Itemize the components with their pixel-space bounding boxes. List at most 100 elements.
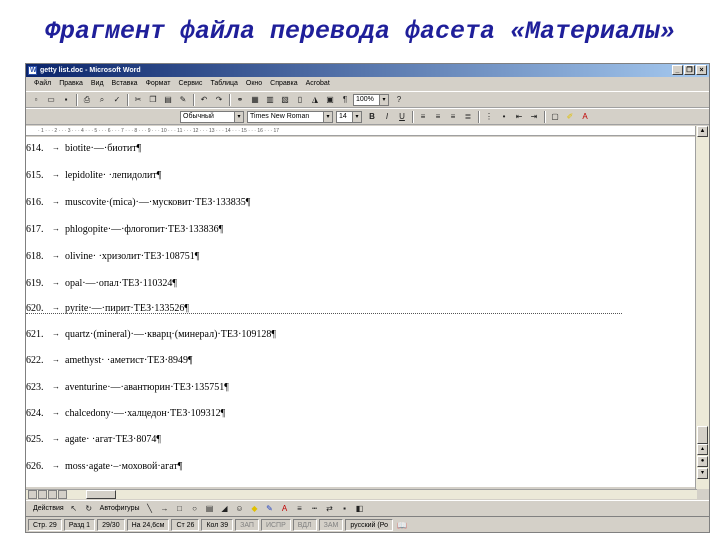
- print-icon[interactable]: ⎙: [80, 93, 94, 106]
- line-color-icon[interactable]: ✎: [263, 502, 277, 515]
- bullets-icon[interactable]: •: [497, 110, 511, 123]
- chevron-down-icon[interactable]: ▾: [323, 111, 332, 122]
- horizontal-scroll-thumb[interactable]: [86, 490, 116, 499]
- status-extend[interactable]: ВДЛ: [292, 519, 317, 531]
- restore-button[interactable]: ❐: [684, 65, 695, 75]
- menu-file[interactable]: Файл: [30, 77, 55, 90]
- menu-insert[interactable]: Вставка: [108, 77, 142, 90]
- increase-indent-icon[interactable]: ⇥: [527, 110, 541, 123]
- align-right-icon[interactable]: ≡: [446, 110, 460, 123]
- cut-icon[interactable]: ✂: [131, 93, 145, 106]
- chevron-down-icon[interactable]: ▾: [234, 111, 243, 122]
- underline-icon[interactable]: U: [395, 110, 409, 123]
- spelling-icon[interactable]: ✓: [110, 93, 124, 106]
- font-color-icon[interactable]: A: [578, 110, 592, 123]
- bold-icon[interactable]: B: [365, 110, 379, 123]
- spelling-status-icon[interactable]: 📖: [395, 519, 409, 532]
- draw-actions-menu[interactable]: Действия: [30, 505, 67, 512]
- columns-icon[interactable]: ▯: [293, 93, 307, 106]
- chevron-down-icon[interactable]: ▾: [352, 111, 361, 122]
- entry-text: moss·agate·–·моховой·агат¶: [65, 461, 183, 472]
- outline-view-icon[interactable]: [58, 490, 67, 499]
- format-painter-icon[interactable]: ✎: [176, 93, 190, 106]
- italic-icon[interactable]: I: [380, 110, 394, 123]
- scroll-up-icon[interactable]: ▲: [697, 126, 708, 137]
- oval-icon[interactable]: ○: [188, 502, 202, 515]
- style-select[interactable]: Обычный ▾: [180, 110, 244, 123]
- horizontal-scrollbar[interactable]: [26, 489, 697, 499]
- vertical-scrollbar[interactable]: ▲ ▴ ● ▾: [695, 126, 709, 489]
- menu-edit[interactable]: Правка: [55, 77, 87, 90]
- align-left-icon[interactable]: ≡: [416, 110, 430, 123]
- help-icon[interactable]: ?: [392, 93, 406, 106]
- menu-acrobat[interactable]: Acrobat: [302, 77, 334, 90]
- 3d-icon[interactable]: ◧: [353, 502, 367, 515]
- borders-icon[interactable]: ▢: [548, 110, 562, 123]
- zoom-select[interactable]: 100% ▾: [353, 93, 389, 106]
- menu-format[interactable]: Формат: [142, 77, 175, 90]
- clipart-icon[interactable]: ☺: [233, 502, 247, 515]
- status-track-changes[interactable]: ИСПР: [260, 519, 291, 531]
- decrease-indent-icon[interactable]: ⇤: [512, 110, 526, 123]
- web-view-icon[interactable]: [38, 490, 47, 499]
- undo-icon[interactable]: ↶: [197, 93, 211, 106]
- shadow-icon[interactable]: ▪: [338, 502, 352, 515]
- menu-window[interactable]: Окно: [242, 77, 266, 90]
- scroll-thumb[interactable]: [697, 426, 708, 444]
- fill-color-icon[interactable]: ◆: [248, 502, 262, 515]
- paste-icon[interactable]: ▤: [161, 93, 175, 106]
- font-select[interactable]: Times New Roman ▾: [247, 110, 333, 123]
- menu-help[interactable]: Справка: [266, 77, 301, 90]
- font-size-select[interactable]: 14 ▾: [336, 110, 362, 123]
- print-preview-icon[interactable]: ⌕: [95, 93, 109, 106]
- entry-number: 617.: [26, 224, 44, 235]
- entry-text: quartz·(mineral)·—·кварц·(минерал)·ТЕЗ·1…: [65, 329, 276, 340]
- menu-view[interactable]: Вид: [87, 77, 108, 90]
- horizontal-ruler[interactable]: · 1 · · · 2 · · · 3 · · · 4 · · · 5 · · …: [26, 126, 697, 136]
- chevron-down-icon[interactable]: ▾: [379, 94, 388, 105]
- open-folder-icon[interactable]: ▭: [44, 93, 58, 106]
- rectangle-icon[interactable]: □: [173, 502, 187, 515]
- arrow-style-icon[interactable]: ⇄: [323, 502, 337, 515]
- show-hide-icon[interactable]: ¶: [338, 93, 352, 106]
- status-record-macro[interactable]: ЗАП: [235, 519, 259, 531]
- insert-excel-icon[interactable]: ▧: [278, 93, 292, 106]
- insert-table-icon[interactable]: ▥: [263, 93, 277, 106]
- minimize-button[interactable]: _: [672, 65, 683, 75]
- document-map-icon[interactable]: ▣: [323, 93, 337, 106]
- close-button[interactable]: ×: [696, 65, 707, 75]
- browse-object-icon[interactable]: ●: [697, 456, 708, 467]
- word-app-icon[interactable]: [28, 64, 37, 77]
- autoshapes-menu[interactable]: Автофигуры: [97, 505, 143, 512]
- redo-icon[interactable]: ↷: [212, 93, 226, 106]
- window-titlebar[interactable]: getty list.doc - Microsoft Word _ ❐ ×: [26, 64, 709, 77]
- previous-page-icon[interactable]: ▴: [697, 444, 708, 455]
- status-overtype[interactable]: ЗАМ: [318, 519, 344, 531]
- drawing-icon[interactable]: ◮: [308, 93, 322, 106]
- menu-table[interactable]: Таблица: [206, 77, 241, 90]
- print-layout-icon[interactable]: [48, 490, 57, 499]
- numbering-icon[interactable]: ⋮: [482, 110, 496, 123]
- new-document-icon[interactable]: ▫: [29, 93, 43, 106]
- line-icon[interactable]: ╲: [143, 502, 157, 515]
- align-center-icon[interactable]: ≡: [431, 110, 445, 123]
- save-icon[interactable]: ▪: [59, 93, 73, 106]
- document-page[interactable]: 614. → biotite·—·биотит¶ 615. → lepidoli…: [26, 137, 697, 487]
- tables-borders-icon[interactable]: ▦: [248, 93, 262, 106]
- textbox-icon[interactable]: ▤: [203, 502, 217, 515]
- copy-icon[interactable]: ❐: [146, 93, 160, 106]
- line-style-icon[interactable]: ≡: [293, 502, 307, 515]
- dash-style-icon[interactable]: ┅: [308, 502, 322, 515]
- draw-font-color-icon[interactable]: A: [278, 502, 292, 515]
- justify-icon[interactable]: ≣: [461, 110, 475, 123]
- wordart-icon[interactable]: ◢: [218, 502, 232, 515]
- hyperlink-icon[interactable]: ⚭: [233, 93, 247, 106]
- highlight-icon[interactable]: ✐: [563, 110, 577, 123]
- menu-tools[interactable]: Сервис: [174, 77, 206, 90]
- normal-view-icon[interactable]: [28, 490, 37, 499]
- next-page-icon[interactable]: ▾: [697, 468, 708, 479]
- status-language[interactable]: русский (Ро: [345, 519, 393, 531]
- select-objects-icon[interactable]: ↖: [67, 502, 81, 515]
- arrow-icon[interactable]: →: [158, 502, 172, 515]
- rotate-icon[interactable]: ↻: [82, 502, 96, 515]
